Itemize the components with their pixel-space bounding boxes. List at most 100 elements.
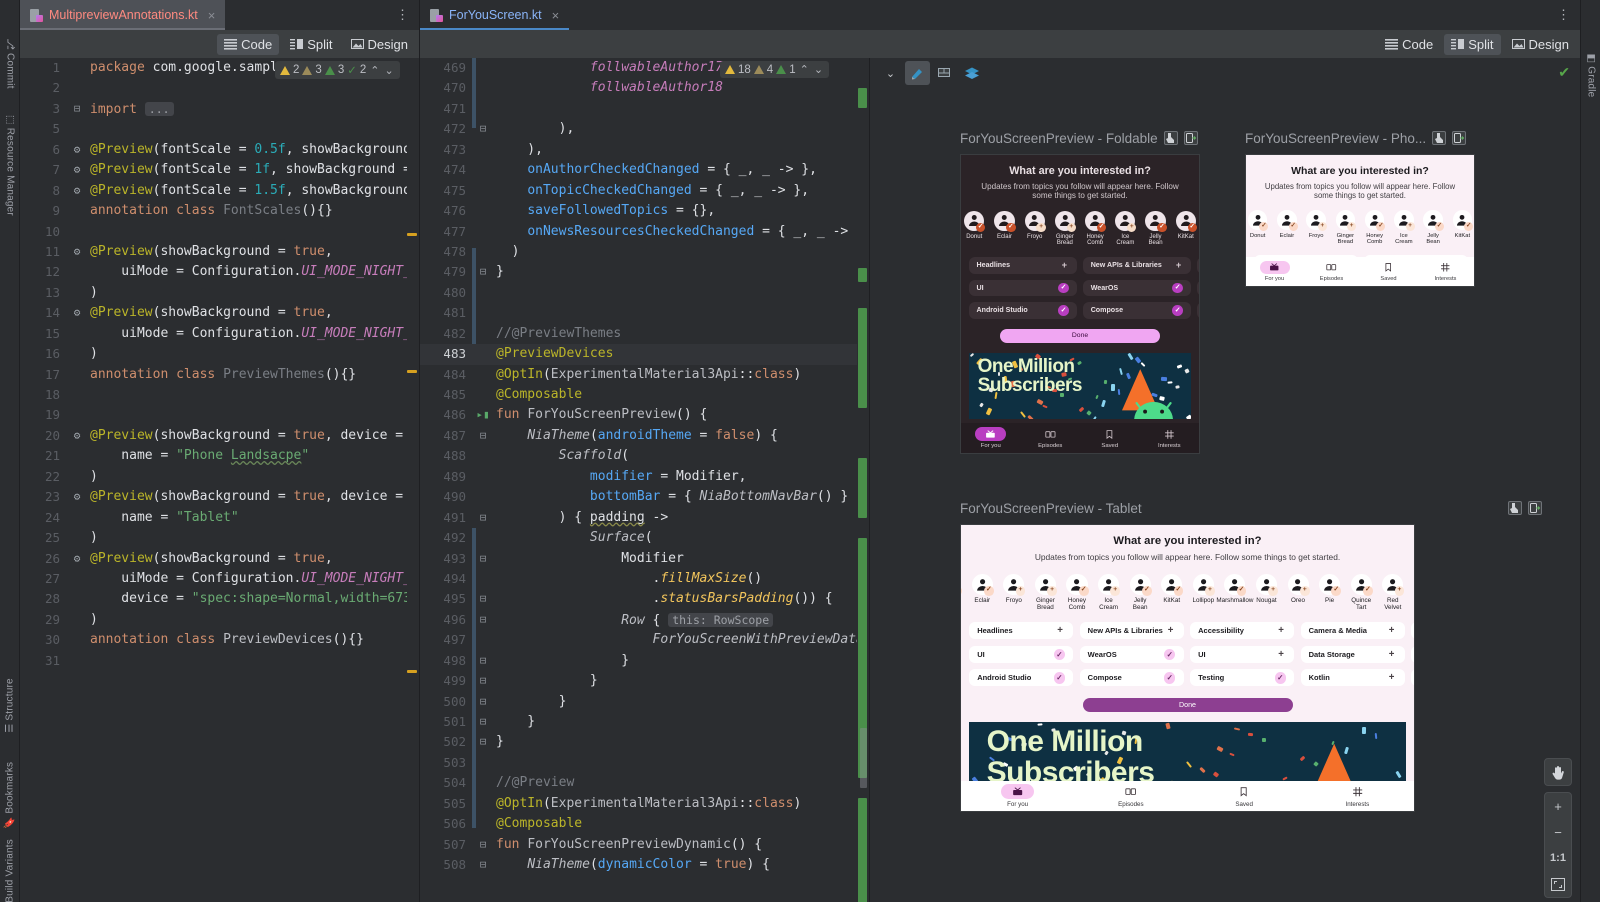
code-line[interactable]: 7⚙@Preview(fontScale = 1f, showBackgroun… <box>20 160 419 180</box>
code-line[interactable]: 498⊟ } <box>420 651 869 671</box>
code-line[interactable]: 17annotation class PreviewThemes(){} <box>20 365 419 385</box>
avatar[interactable]: ✓ <box>994 211 1014 231</box>
code-line[interactable]: 18 <box>20 385 419 405</box>
code-line[interactable]: 504//@Preview <box>420 773 869 793</box>
nav-item-for-you[interactable]: For you <box>961 423 1021 453</box>
preview-surface[interactable]: ForYouScreenPreview - Foldable What are … <box>870 88 1580 902</box>
code-line[interactable]: 19 <box>20 405 419 425</box>
author-item[interactable]: ✓Honey Comb <box>1082 211 1108 247</box>
topic-card[interactable]: UI✓ <box>969 280 1077 296</box>
code-line[interactable]: 25) <box>20 528 419 548</box>
bottom-nav-bar[interactable]: For youEpisodesSavedInterests <box>961 423 1199 453</box>
code-line[interactable]: 484@OptIn(ExperimentalMaterial3Api::clas… <box>420 365 869 385</box>
author-follow-badge[interactable]: ✓ <box>1289 222 1298 231</box>
topic-card[interactable]: Accessibility+ <box>1474 255 1475 257</box>
code-line[interactable]: 500⊟ } <box>420 692 869 712</box>
code-line[interactable]: 10 <box>20 222 419 242</box>
code-line[interactable]: 506@Composable <box>420 814 869 834</box>
author-follow-badge[interactable]: ✓ <box>1097 223 1106 232</box>
code-line[interactable]: 497 ForYouScreenWithPreviewData() <box>420 630 869 650</box>
author-item[interactable]: ✓Marshmallow <box>1221 574 1249 612</box>
code-line[interactable]: 5 <box>20 119 419 139</box>
layers-button[interactable] <box>959 61 984 85</box>
code-line[interactable]: 478 ) <box>420 242 869 262</box>
left-code-lines[interactable]: 1package com.google.sample2 3⊟import ...… <box>20 58 419 902</box>
nia-content[interactable]: What are you interested in?Updates from … <box>961 155 1199 423</box>
author-item[interactable]: ✓KitKat <box>1450 210 1474 245</box>
author-item[interactable]: +Red Velvet <box>1379 574 1407 612</box>
topic-follow-toggle[interactable]: ✓ <box>1058 305 1069 316</box>
avatar[interactable]: + <box>1055 211 1075 231</box>
interactive-preview-icon[interactable] <box>1508 501 1522 515</box>
topic-follow-toggle[interactable]: ✓ <box>1172 283 1183 294</box>
code-line[interactable]: 477 onNewsResourcesCheckedChanged = { _,… <box>420 222 869 242</box>
compose-preview-pane[interactable]: ⌄ ✔ ForYouScreenPreview - Foldable <box>870 58 1580 902</box>
code-line[interactable]: 470 follwableAuthor18 <box>420 78 869 98</box>
deploy-preview-icon[interactable] <box>1452 131 1466 145</box>
author-item[interactable]: ✓Donut <box>1246 210 1270 245</box>
mid-marker-bar[interactable] <box>857 58 869 902</box>
avatar[interactable]: + <box>1256 574 1277 595</box>
code-line[interactable]: 508⊟ NiaTheme(dynamicColor = true) { <box>420 855 869 875</box>
topic-grid[interactable]: Headlines+UI✓Android Studio✓New APIs & L… <box>961 257 1199 318</box>
author-follow-badge[interactable]: ✓ <box>1237 586 1247 596</box>
zoom-out-button[interactable]: − <box>1545 819 1571 845</box>
deploy-preview-icon[interactable] <box>1184 131 1198 145</box>
topic-card[interactable]: Data Storage+ <box>1301 646 1405 663</box>
nia-content[interactable]: What are you interested in?Updates from … <box>961 525 1414 781</box>
author-item[interactable]: +Froyo <box>1303 210 1329 245</box>
code-line[interactable]: 502⊟} <box>420 732 869 752</box>
interactive-preview-icon[interactable] <box>1164 131 1178 145</box>
code-line[interactable]: 481 <box>420 303 869 323</box>
topic-card[interactable]: Testing✓ <box>1190 669 1294 686</box>
mid-code-editor[interactable]: 469 follwableAuthor17,470 follwableAutho… <box>420 58 870 902</box>
code-line[interactable]: 14⚙@Preview(showBackground = true, <box>20 303 419 323</box>
author-item[interactable]: +Lollipop <box>1190 574 1218 612</box>
chevron-up-icon[interactable]: ⌃ <box>369 64 380 77</box>
topic-card[interactable]: UI+ <box>1190 646 1294 663</box>
topic-follow-toggle[interactable]: ✓ <box>1054 649 1065 660</box>
avatar[interactable]: + <box>1288 574 1309 595</box>
topic-card[interactable]: Headlines+ <box>969 257 1077 273</box>
right-tabs-kebab-icon[interactable]: ⋮ <box>1547 0 1580 30</box>
topic-card[interactable]: Publishing & Distribu+ <box>1411 669 1414 686</box>
sidebar-button-structure[interactable]: ☰ Structure <box>4 678 15 733</box>
author-follow-badge[interactable]: ✓ <box>976 223 985 232</box>
code-line[interactable]: 24 name = "Tablet" <box>20 508 419 528</box>
code-line[interactable]: 31 <box>20 651 419 671</box>
avatar[interactable]: ✓ <box>1066 574 1087 595</box>
author-item[interactable]: +Ice Cream <box>1095 574 1123 612</box>
code-line[interactable]: 492 Surface( <box>420 528 869 548</box>
left-inspection-widget[interactable]: 2 3 3 ✓ 2 ⌃ ⌄ <box>275 61 400 79</box>
topic-follow-toggle[interactable]: ✓ <box>1164 649 1175 660</box>
code-line[interactable]: 496⊟ Row { this: RowScope <box>420 610 869 630</box>
topic-card[interactable]: Publishing & Distribu+ <box>1411 622 1414 639</box>
author-follow-badge[interactable]: ✓ <box>1157 223 1166 232</box>
left-code-editor[interactable]: 1package com.google.sample2 3⊟import ...… <box>20 58 420 902</box>
topic-card[interactable]: New APIs & Libraries+ <box>1364 255 1468 257</box>
code-line[interactable]: 22) <box>20 467 419 487</box>
author-item[interactable]: ✓Quince Tart <box>1347 574 1375 612</box>
code-line[interactable]: 499⊟ } <box>420 671 869 691</box>
topic-follow-toggle[interactable]: ✓ <box>1058 283 1069 294</box>
code-line[interactable]: 23⚙@Preview(showBackground = true, devic… <box>20 487 419 507</box>
code-line[interactable]: 485@Composable <box>420 385 869 405</box>
author-follow-badge[interactable]: + <box>1036 223 1045 232</box>
topic-follow-toggle[interactable]: ✓ <box>1054 672 1065 683</box>
code-line[interactable]: 27 uiMode = Configuration.UI_MODE_NIGHT_… <box>20 569 419 589</box>
nia-content[interactable]: What are you interested in?Updates from … <box>1246 155 1474 257</box>
author-item[interactable]: ✓Pie <box>1316 574 1344 612</box>
author-item[interactable]: ✓Eclair <box>1274 210 1300 245</box>
nav-item-for-you[interactable]: For you <box>961 781 1074 811</box>
topic-follow-toggle[interactable]: + <box>1055 626 1065 636</box>
mode-code-right[interactable]: Code <box>1378 34 1440 55</box>
avatar[interactable]: ✓ <box>1161 574 1182 595</box>
fit-to-screen-button[interactable] <box>1545 871 1571 897</box>
topic-card[interactable]: Compose✓ <box>1080 669 1184 686</box>
code-line[interactable]: 16) <box>20 344 419 364</box>
topic-card[interactable]: Accessibility+ <box>1197 257 1199 273</box>
left-marker-bar[interactable] <box>407 58 419 902</box>
sidebar-button-bookmarks[interactable]: 🔖 Bookmarks <box>4 762 15 829</box>
nav-item-episodes[interactable]: Episodes <box>1074 781 1187 811</box>
code-line[interactable]: 8⚙@Preview(fontScale = 1.5f, showBackgro… <box>20 181 419 201</box>
